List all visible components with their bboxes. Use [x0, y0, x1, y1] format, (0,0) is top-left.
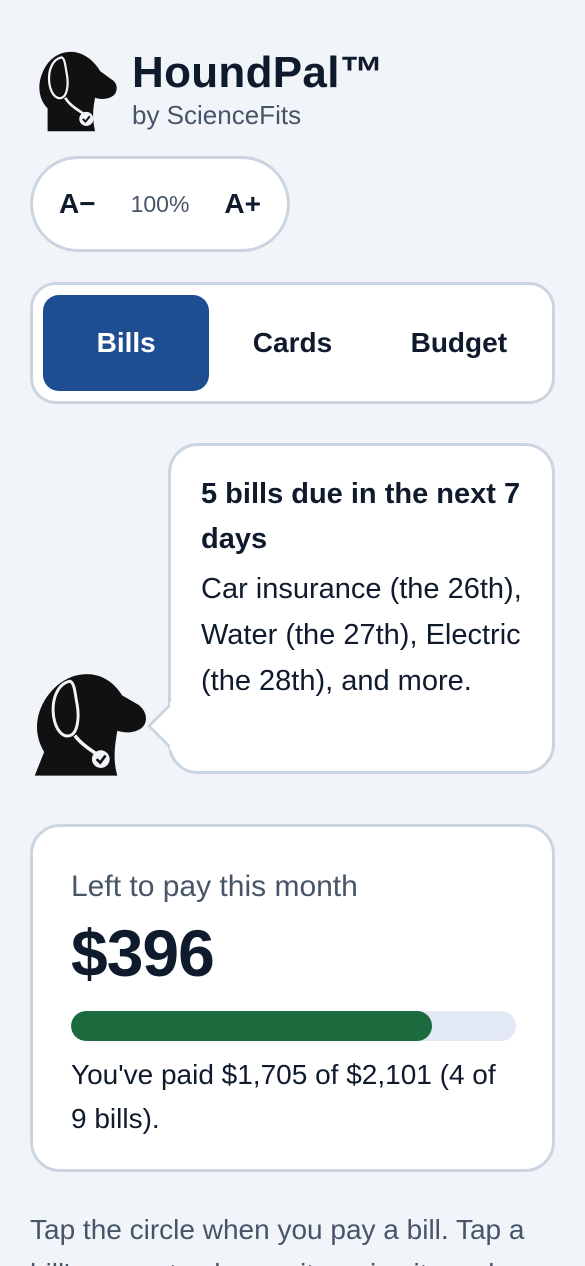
app-header: HoundPal™ by ScienceFits — [30, 44, 384, 134]
increase-text-size-button[interactable]: A+ — [224, 188, 261, 220]
payment-progress-text: You've paid $1,705 of $2,101 (4 of 9 bil… — [71, 1059, 496, 1134]
dog-head-icon — [34, 674, 146, 776]
tab-bills[interactable]: Bills — [43, 295, 210, 391]
left-to-pay-label: Left to pay this month — [71, 870, 358, 903]
tab-budget[interactable]: Budget — [376, 295, 542, 391]
dog-head-icon — [39, 51, 117, 132]
app-title: HoundPal™ — [132, 48, 385, 97]
decrease-text-size-button[interactable]: A− — [59, 188, 96, 220]
app-subtitle: by ScienceFits — [132, 100, 302, 130]
payment-summary-card: Left to pay this month $396 You've paid … — [30, 824, 555, 1172]
message-body: Car insurance (the 26th), Water (the 27t… — [201, 573, 522, 697]
left-to-pay-amount: $396 — [71, 916, 215, 990]
brand: HoundPal™ by ScienceFits — [132, 48, 384, 130]
payment-progress-fill — [71, 1011, 433, 1041]
message-bubble: 5 bills due in the next 7 days Car insur… — [168, 443, 555, 774]
bubble-tail — [147, 702, 176, 750]
usage-hint: Tap the circle when you pay a bill. Tap … — [30, 1214, 526, 1266]
text-size-value: 100% — [130, 190, 190, 217]
text-size-control: A− 100% A+ — [30, 156, 290, 252]
payment-progress-bar — [71, 1011, 516, 1041]
message-title: 5 bills due in the next 7 days — [201, 478, 521, 555]
tab-cards[interactable]: Cards — [209, 295, 375, 391]
app-screen: HoundPal™ by ScienceFits A− 100% A+ Bill… — [0, 0, 585, 1266]
tab-bar: Bills Cards Budget — [30, 282, 555, 404]
